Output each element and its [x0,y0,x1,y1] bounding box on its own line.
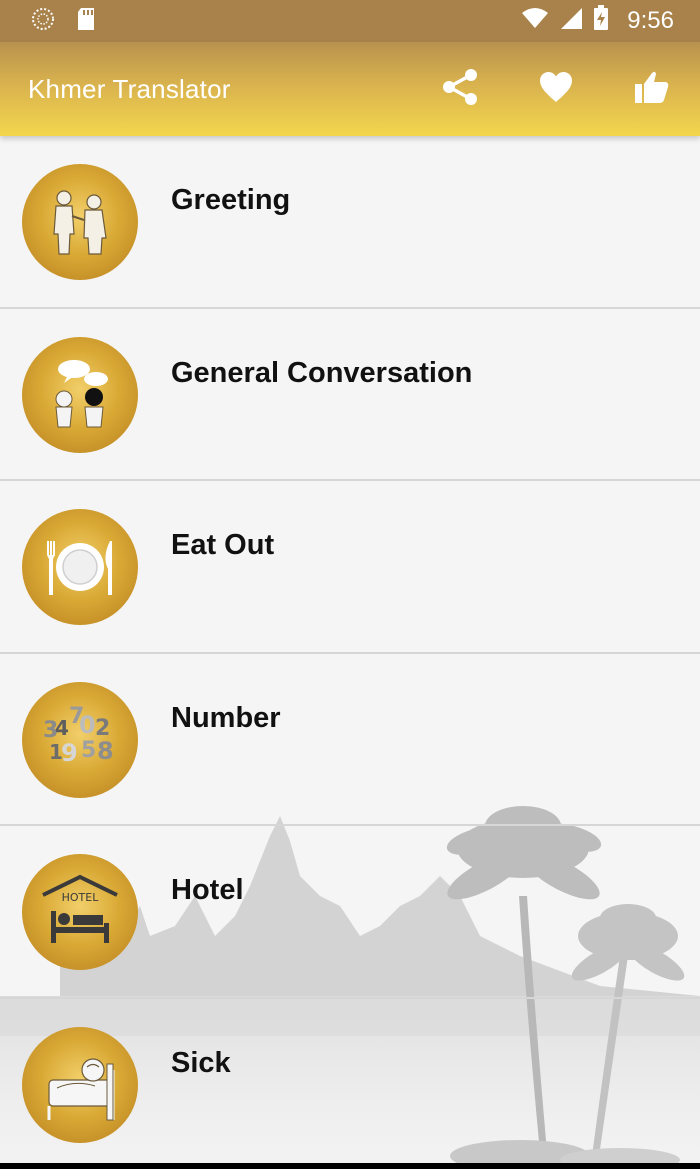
svg-text:8: 8 [97,737,114,765]
bottom-edge [0,1163,700,1169]
loading-circle-icon [30,6,56,37]
category-label: Greeting [171,184,291,216]
category-row-eat-out[interactable]: Eat Out [0,481,700,654]
status-bar: 9:56 [0,0,700,42]
thumbs-up-icon [634,70,670,109]
category-label: General Conversation [171,356,473,389]
category-row-greeting[interactable]: Greeting [0,136,700,309]
rate-button[interactable] [604,42,700,136]
svg-text:4: 4 [55,716,69,740]
svg-text:9: 9 [61,739,78,767]
category-row-sick[interactable]: Sick [0,999,700,1164]
category-label: Number [171,701,281,734]
category-row-hotel[interactable]: HOTEL Hotel [0,826,700,999]
status-right-icons: 9:56 [521,4,674,38]
category-list: Greeting General Conversation Eat Out 3 … [0,136,700,1163]
category-row-number[interactable]: 3 4 7 0 2 1 9 5 8 Number [0,654,700,826]
app-bar: Khmer Translator [0,42,700,136]
status-time: 9:56 [627,7,674,34]
sick-bed-icon [22,1026,138,1143]
conversation-bubbles-icon [22,336,138,453]
app-actions [412,42,700,136]
app-title: Khmer Translator [28,73,231,104]
favorite-button[interactable] [508,42,604,136]
wifi-icon [521,6,549,37]
sd-card-icon [76,7,96,36]
svg-text:HOTEL: HOTEL [62,891,100,904]
svg-text:0: 0 [79,711,96,739]
plate-fork-knife-icon [22,509,138,625]
battery-charging-icon [593,4,609,38]
numbers-icon: 3 4 7 0 2 1 9 5 8 [22,681,138,798]
share-icon [440,67,480,112]
category-label: Hotel [171,874,244,906]
heart-icon [539,71,573,108]
svg-text:5: 5 [81,738,96,763]
greeting-people-icon [22,164,138,280]
cell-signal-icon [559,6,583,37]
status-left-icons [30,6,96,37]
category-label: Sick [171,1046,231,1079]
hotel-bed-icon: HOTEL [22,854,138,970]
share-button[interactable] [412,42,508,136]
category-label: Eat Out [171,529,275,561]
category-row-general-conversation[interactable]: General Conversation [0,309,700,481]
